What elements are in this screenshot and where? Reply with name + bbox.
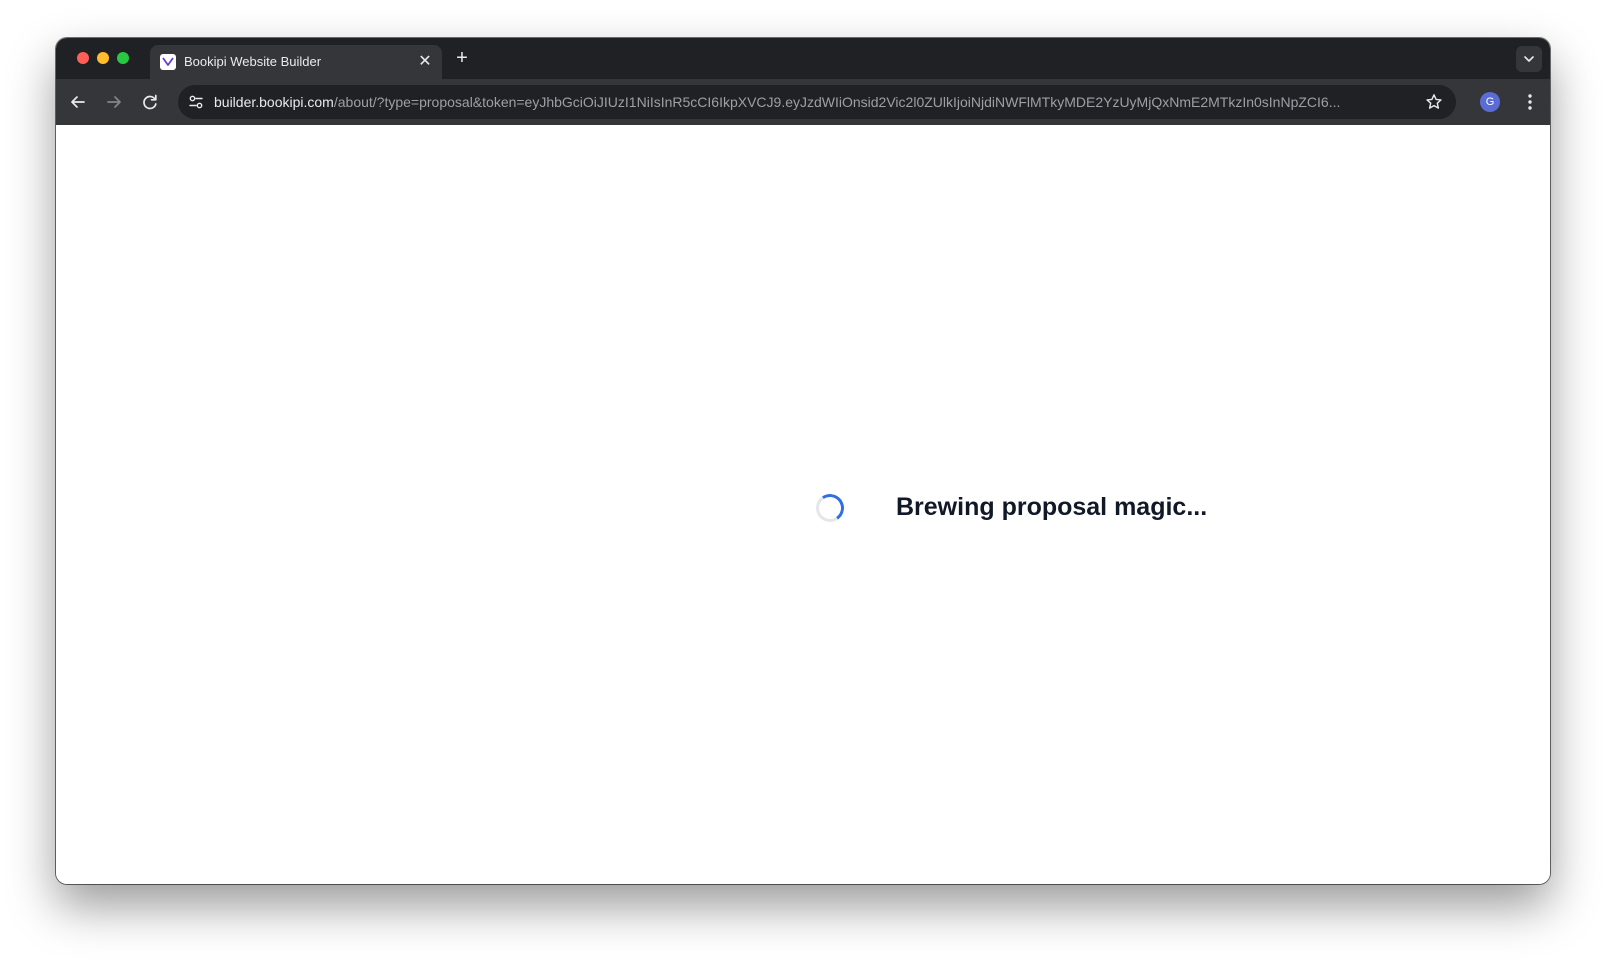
star-icon [1426, 94, 1442, 109]
site-info-button[interactable] [186, 92, 206, 112]
url-path: /about/?type=proposal&token=eyJhbGciOiJI… [333, 94, 1341, 110]
loading-spinner-icon [813, 491, 847, 524]
loading-message: Brewing proposal magic... [896, 493, 1208, 521]
browser-tab-active[interactable]: Bookipi Website Builder ✕ [150, 45, 442, 79]
forward-button[interactable] [101, 89, 127, 115]
browser-toolbar: builder.bookipi.com/about/?type=proposal… [56, 79, 1550, 125]
arrow-right-icon [107, 96, 121, 108]
tune-icon [189, 95, 203, 109]
address-bar[interactable]: builder.bookipi.com/about/?type=proposal… [178, 85, 1456, 119]
new-tab-button[interactable]: + [450, 47, 474, 71]
back-button[interactable] [65, 89, 91, 115]
window-close-button[interactable] [77, 52, 89, 64]
chevron-down-icon [1524, 56, 1534, 62]
loading-indicator: Brewing proposal magic... [813, 491, 1208, 524]
arrow-left-icon [71, 96, 85, 108]
url-text[interactable]: builder.bookipi.com/about/?type=proposal… [214, 94, 1404, 110]
bookipi-logo-icon [160, 54, 176, 70]
tab-close-icon[interactable]: ✕ [416, 53, 434, 71]
url-host: builder.bookipi.com [214, 94, 334, 110]
window-minimize-button[interactable] [97, 52, 109, 64]
reload-icon [143, 94, 157, 110]
profile-avatar[interactable]: G [1480, 92, 1500, 112]
more-vertical-icon [1528, 94, 1532, 110]
browser-menu-button[interactable] [1518, 90, 1542, 114]
bookmark-button[interactable] [1424, 92, 1444, 112]
tab-search-button[interactable] [1516, 46, 1542, 72]
page-content: Brewing proposal magic... [56, 125, 1550, 884]
reload-button[interactable] [137, 89, 163, 115]
browser-window: Bookipi Website Builder ✕ + builder.book… [56, 38, 1550, 884]
tab-title: Bookipi Website Builder [184, 54, 322, 69]
tab-strip: Bookipi Website Builder ✕ + [56, 38, 1550, 79]
window-maximize-button[interactable] [117, 52, 129, 64]
